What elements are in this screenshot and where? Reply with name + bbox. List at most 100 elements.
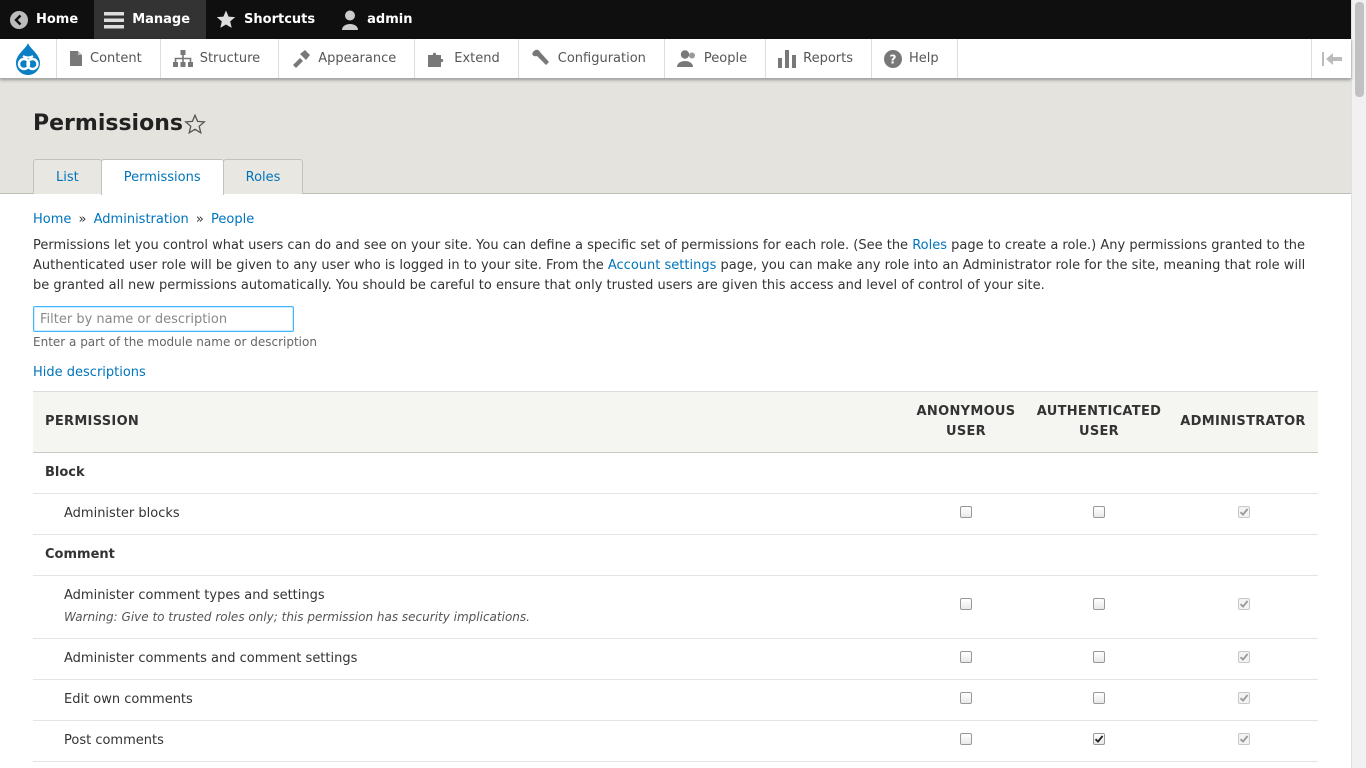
permission-row: Administer blocks (33, 494, 1318, 535)
permission-filter-input[interactable] (33, 306, 294, 332)
administrator-checkbox (1238, 651, 1250, 663)
primary-tabs: List Permissions Roles (33, 159, 304, 195)
tray-item-structure[interactable]: Structure (161, 39, 280, 78)
module-row-block: Block (33, 453, 1318, 494)
tray-orientation-toggle[interactable] (1311, 39, 1351, 78)
tray-item-configuration[interactable]: Configuration (519, 39, 665, 78)
drupal-drop-icon (16, 42, 40, 75)
tray-item-label: Appearance (318, 51, 397, 66)
tray-item-reports[interactable]: Reports (766, 39, 872, 78)
tray-item-extend[interactable]: Extend (415, 39, 519, 78)
tab-label: List (56, 169, 79, 185)
permission-name: Post comments (64, 733, 164, 748)
authenticated-checkbox[interactable] (1093, 692, 1105, 704)
column-header-line: AUTHENTICATED (1036, 404, 1162, 419)
column-header-line: USER (1078, 424, 1119, 439)
column-header-anonymous: ANONYMOUS USER (911, 402, 1021, 442)
shortcut-star-icon[interactable] (184, 114, 206, 134)
breadcrumb-administration-link[interactable]: Administration (94, 212, 189, 227)
toolbar-home-link[interactable]: Home (0, 0, 94, 39)
roles-link[interactable]: Roles (912, 238, 947, 253)
people-icon (676, 49, 695, 67)
intro-text: Permissions let you control what users c… (33, 236, 1323, 296)
toolbar-manage-label: Manage (132, 12, 191, 27)
toolbar-shortcuts-tab[interactable]: Shortcuts (206, 0, 331, 39)
admin-toolbar: Home Manage Shortcuts admin (0, 0, 1366, 39)
tab-label: Roles (245, 169, 281, 185)
column-header-line: ANONYMOUS (916, 404, 1016, 419)
anonymous-checkbox[interactable] (960, 692, 972, 704)
toolbar-user-label: admin (367, 12, 413, 27)
tray-item-label: Extend (454, 51, 500, 66)
authenticated-checkbox[interactable] (1093, 733, 1105, 745)
admin-tray: Content Structure Appearance Extend Conf… (0, 39, 1351, 79)
anonymous-checkbox[interactable] (960, 506, 972, 518)
toolbar-home-label: Home (36, 12, 79, 27)
permissions-table: PERMISSION ANONYMOUS USER AUTHENTICATED … (33, 391, 1318, 762)
hide-descriptions-link[interactable]: Hide descriptions (33, 365, 146, 380)
toolbar-shortcuts-label: Shortcuts (244, 12, 316, 27)
module-name: Block (45, 465, 85, 480)
tray-item-label: Configuration (557, 51, 646, 66)
column-header-permission: PERMISSION (45, 414, 140, 429)
module-name: Comment (45, 547, 115, 562)
permission-row: Edit own comments (33, 680, 1318, 721)
help-icon: ? (884, 49, 902, 68)
anonymous-checkbox[interactable] (960, 733, 972, 745)
menu-icon (104, 11, 125, 28)
tray-item-content[interactable]: Content (57, 39, 161, 78)
administrator-checkbox (1238, 506, 1250, 518)
tray-item-label: Content (90, 51, 142, 66)
permission-warning: Warning: Give to trusted roles only; thi… (64, 610, 530, 624)
permission-name: Edit own comments (64, 692, 193, 707)
administrator-checkbox (1238, 692, 1250, 704)
toolbar-manage-tab[interactable]: Manage (94, 0, 207, 39)
authenticated-checkbox[interactable] (1093, 506, 1105, 518)
structure-icon (172, 50, 193, 67)
permission-row: Post comments (33, 721, 1318, 762)
wrench-icon (532, 49, 549, 65)
breadcrumb-people-link[interactable]: People (211, 212, 254, 227)
permission-name: Administer blocks (64, 506, 180, 521)
drupal-logo[interactable] (0, 39, 57, 78)
tray-item-appearance[interactable]: Appearance (279, 39, 416, 78)
chevron-left-circle-icon (10, 10, 28, 29)
filter-help-text: Enter a part of the module name or descr… (33, 335, 317, 349)
scrollbar-thumb[interactable] (1355, 2, 1364, 97)
svg-text:?: ? (890, 52, 897, 66)
breadcrumb: Home » Administration » People (33, 212, 254, 227)
tray-item-help[interactable]: ? Help (872, 39, 958, 78)
star-icon (216, 10, 236, 28)
file-icon (70, 51, 82, 66)
tray-item-label: People (703, 51, 748, 66)
account-settings-link[interactable]: Account settings (608, 258, 716, 273)
authenticated-checkbox[interactable] (1093, 651, 1105, 663)
breadcrumb-separator: » (195, 212, 204, 227)
intro-text-part1: Permissions let you control what users c… (33, 238, 913, 253)
anonymous-checkbox[interactable] (960, 598, 972, 610)
administrator-checkbox (1238, 733, 1250, 745)
breadcrumb-home-link[interactable]: Home (33, 212, 71, 227)
authenticated-checkbox[interactable] (1093, 598, 1105, 610)
column-header-administrator: ADMINISTRATOR (1180, 414, 1306, 429)
user-icon (342, 10, 359, 30)
breadcrumb-separator: » (78, 212, 87, 227)
column-header-line: USER (945, 424, 986, 439)
tab-permissions[interactable]: Permissions (100, 159, 224, 195)
table-header: PERMISSION ANONYMOUS USER AUTHENTICATED … (33, 391, 1318, 453)
permission-row: Administer comment types and settings Wa… (33, 576, 1318, 639)
brush-icon (293, 49, 311, 68)
tray-item-label: Structure (199, 51, 261, 66)
toolbar-user-tab[interactable]: admin (331, 0, 428, 39)
permission-name: Administer comment types and settings (64, 588, 325, 603)
tab-roles[interactable]: Roles (222, 159, 304, 194)
tab-list[interactable]: List (33, 159, 102, 194)
administrator-checkbox (1238, 598, 1250, 610)
tab-label: Permissions (123, 170, 201, 185)
bar-chart-icon (778, 49, 797, 68)
tray-item-people[interactable]: People (665, 39, 767, 78)
column-header-authenticated: AUTHENTICATED USER (1033, 402, 1165, 442)
anonymous-checkbox[interactable] (960, 651, 972, 663)
collapse-left-icon (1321, 51, 1342, 66)
page-scrollbar[interactable] (1351, 0, 1366, 768)
